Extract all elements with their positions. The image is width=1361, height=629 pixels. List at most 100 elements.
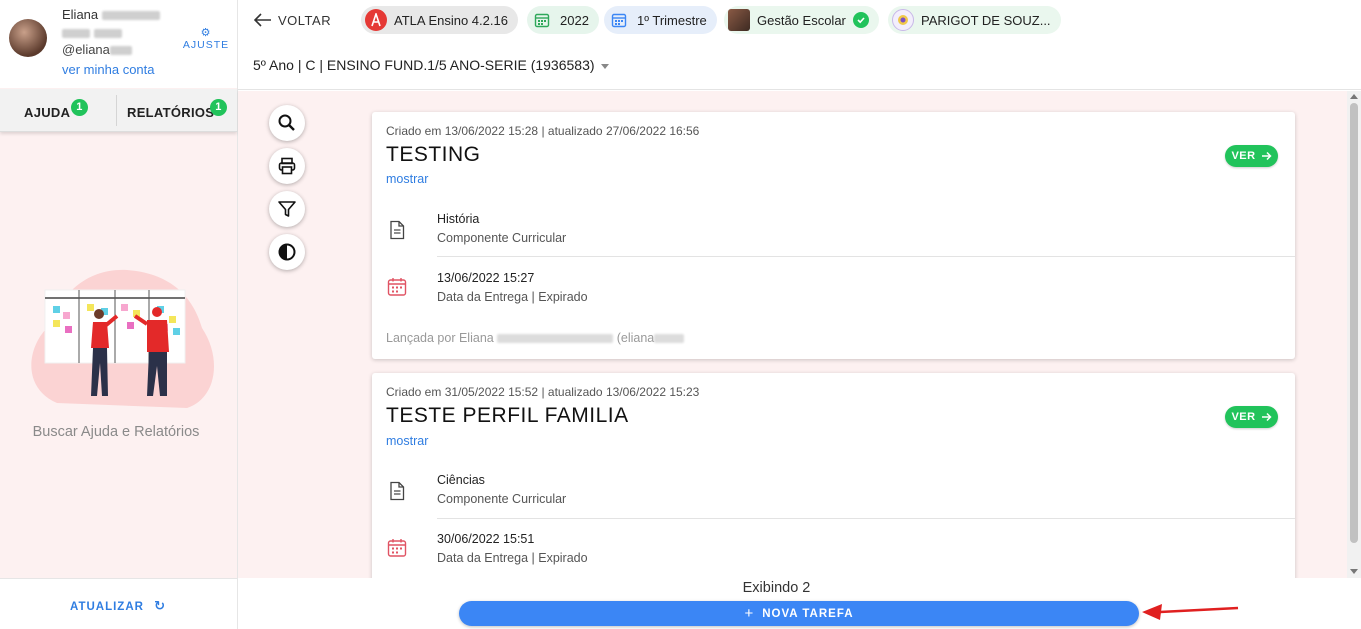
- user-name: Eliana: [62, 7, 99, 22]
- scrollbar[interactable]: [1347, 91, 1361, 578]
- atla-logo-icon: [365, 9, 387, 31]
- redacted-text: [654, 334, 685, 344]
- author-handle: (eliana: [616, 331, 655, 345]
- arrow-left-icon: [254, 13, 271, 27]
- tab-ajuda[interactable]: AJUDA 1: [0, 89, 116, 132]
- help-illustration: [31, 269, 214, 408]
- calendar-icon: [531, 9, 553, 31]
- calendar-icon: [608, 9, 630, 31]
- view-button[interactable]: VER: [1225, 145, 1278, 167]
- task-title: TESTE PERFIL FAMILIA: [386, 404, 629, 427]
- print-icon: [278, 157, 296, 175]
- module-avatar: [728, 9, 750, 31]
- help-text: Buscar Ajuda e Relatórios: [32, 424, 200, 440]
- user-panel: Eliana @eliana ver minha conta ⚙ AJUSTE: [0, 0, 237, 88]
- new-task-label: NOVA TAREFA: [762, 607, 854, 620]
- document-icon: [390, 481, 405, 501]
- task-due-label: Data da Entrega | Expirado: [437, 551, 588, 565]
- arrow-right-icon: [1261, 412, 1272, 422]
- task-card[interactable]: Criado em 31/05/2022 15:52 | atualizado …: [372, 373, 1295, 578]
- document-icon: [390, 220, 405, 240]
- view-button[interactable]: VER: [1225, 406, 1278, 428]
- chip-year[interactable]: 2022: [527, 6, 599, 34]
- task-card[interactable]: Criado em 13/06/2022 15:28 | atualizado …: [372, 112, 1295, 359]
- sidebar-footer: ATUALIZAR ↻: [0, 578, 237, 629]
- annotation-arrow-icon: [1142, 604, 1239, 620]
- chip-label: Gestão Escolar: [757, 12, 846, 28]
- task-subject: História: [437, 212, 480, 226]
- contrast-icon: [278, 243, 296, 261]
- scroll-up-icon[interactable]: [1350, 94, 1358, 99]
- plus-icon: +: [744, 605, 755, 622]
- task-due-date: 13/06/2022 15:27: [437, 271, 535, 285]
- chip-label: PARIGOT DE SOUZ...: [921, 12, 1051, 28]
- redacted-text: [94, 29, 123, 39]
- back-label: VOLTAR: [278, 12, 332, 28]
- contrast-button[interactable]: [269, 234, 305, 270]
- task-list-area: Criado em 13/06/2022 15:28 | atualizado …: [238, 91, 1347, 578]
- scroll-down-icon[interactable]: [1350, 569, 1358, 574]
- chevron-down-icon: [600, 63, 609, 69]
- chip-label: 2022: [560, 12, 589, 28]
- chip-term[interactable]: 1º Trimestre: [604, 6, 717, 34]
- settings-button[interactable]: ⚙ AJUSTE: [182, 27, 230, 52]
- avatar[interactable]: [9, 19, 47, 57]
- divider: [437, 518, 1295, 519]
- chip-label: 1º Trimestre: [637, 12, 707, 28]
- task-subject-type: Componente Curricular: [437, 492, 567, 506]
- task-due-label: Data da Entrega | Expirado: [437, 290, 588, 304]
- school-emblem-icon: [892, 9, 914, 31]
- scrollbar-thumb[interactable]: [1350, 103, 1358, 543]
- redacted-text: [497, 334, 614, 344]
- arrow-right-icon: [1261, 151, 1272, 161]
- sidebar: Eliana @eliana ver minha conta ⚙ AJUSTE …: [0, 0, 238, 629]
- search-icon: [278, 114, 295, 131]
- refresh-icon: ↻: [154, 598, 167, 613]
- chip-module[interactable]: Gestão Escolar: [724, 6, 879, 34]
- calendar-icon: [387, 278, 407, 296]
- new-task-button[interactable]: + NOVA TAREFA: [459, 601, 1139, 626]
- refresh-button[interactable]: ATUALIZAR ↻: [70, 598, 166, 614]
- task-author: Lançada por Eliana (eliana: [386, 331, 685, 345]
- class-selector-label: 5º Ano | C | ENSINO FUND.1/5 ANO-SERIE (…: [253, 57, 595, 73]
- view-label: VER: [1231, 411, 1256, 423]
- chip-system-version[interactable]: ATLA Ensino 4.2.16: [361, 6, 518, 34]
- account-link[interactable]: ver minha conta: [62, 62, 155, 77]
- print-button[interactable]: [269, 148, 305, 184]
- calendar-icon: [387, 539, 407, 557]
- refresh-label: ATUALIZAR: [70, 601, 144, 613]
- show-details-link[interactable]: mostrar: [386, 172, 428, 186]
- filter-button[interactable]: [269, 191, 305, 227]
- chip-label: ATLA Ensino 4.2.16: [394, 12, 508, 28]
- task-meta: Criado em 31/05/2022 15:52 | atualizado …: [386, 385, 700, 399]
- divider: [437, 256, 1295, 257]
- filter-icon: [278, 201, 296, 217]
- tab-label: RELATÓRIOS: [127, 105, 215, 120]
- author-name: Lançada por Eliana: [386, 331, 494, 345]
- task-subject-type: Componente Curricular: [437, 231, 567, 245]
- redacted-text: [109, 46, 132, 56]
- user-handle: @eliana: [62, 42, 110, 57]
- results-count: Exibindo 2: [742, 580, 811, 596]
- show-details-link[interactable]: mostrar: [386, 434, 428, 448]
- search-button[interactable]: [269, 105, 305, 141]
- check-circle-icon: [852, 12, 869, 28]
- view-label: VER: [1231, 150, 1256, 162]
- notification-badge: 1: [210, 99, 227, 116]
- notification-badge: 1: [71, 99, 88, 116]
- back-button[interactable]: VOLTAR: [254, 10, 331, 30]
- top-header: VOLTAR ATLA Ensino 4.2.16 2022 1º Trimes…: [238, 0, 1361, 90]
- tab-label: AJUDA: [24, 105, 71, 120]
- task-subject: Ciências: [437, 473, 485, 487]
- redacted-text: [62, 29, 90, 39]
- task-meta: Criado em 13/06/2022 15:28 | atualizado …: [386, 124, 700, 138]
- redacted-text: [101, 11, 160, 21]
- chip-school[interactable]: PARIGOT DE SOUZ...: [888, 6, 1061, 34]
- task-due-date: 30/06/2022 15:51: [437, 532, 535, 546]
- task-title: TESTING: [386, 143, 481, 166]
- sidebar-tabs: AJUDA 1 RELATÓRIOS 1: [0, 89, 237, 132]
- gear-icon: ⚙: [200, 27, 212, 39]
- settings-label: AJUSTE: [182, 39, 230, 51]
- class-selector[interactable]: 5º Ano | C | ENSINO FUND.1/5 ANO-SERIE (…: [253, 57, 609, 73]
- tab-relatorios[interactable]: RELATÓRIOS 1: [117, 89, 237, 132]
